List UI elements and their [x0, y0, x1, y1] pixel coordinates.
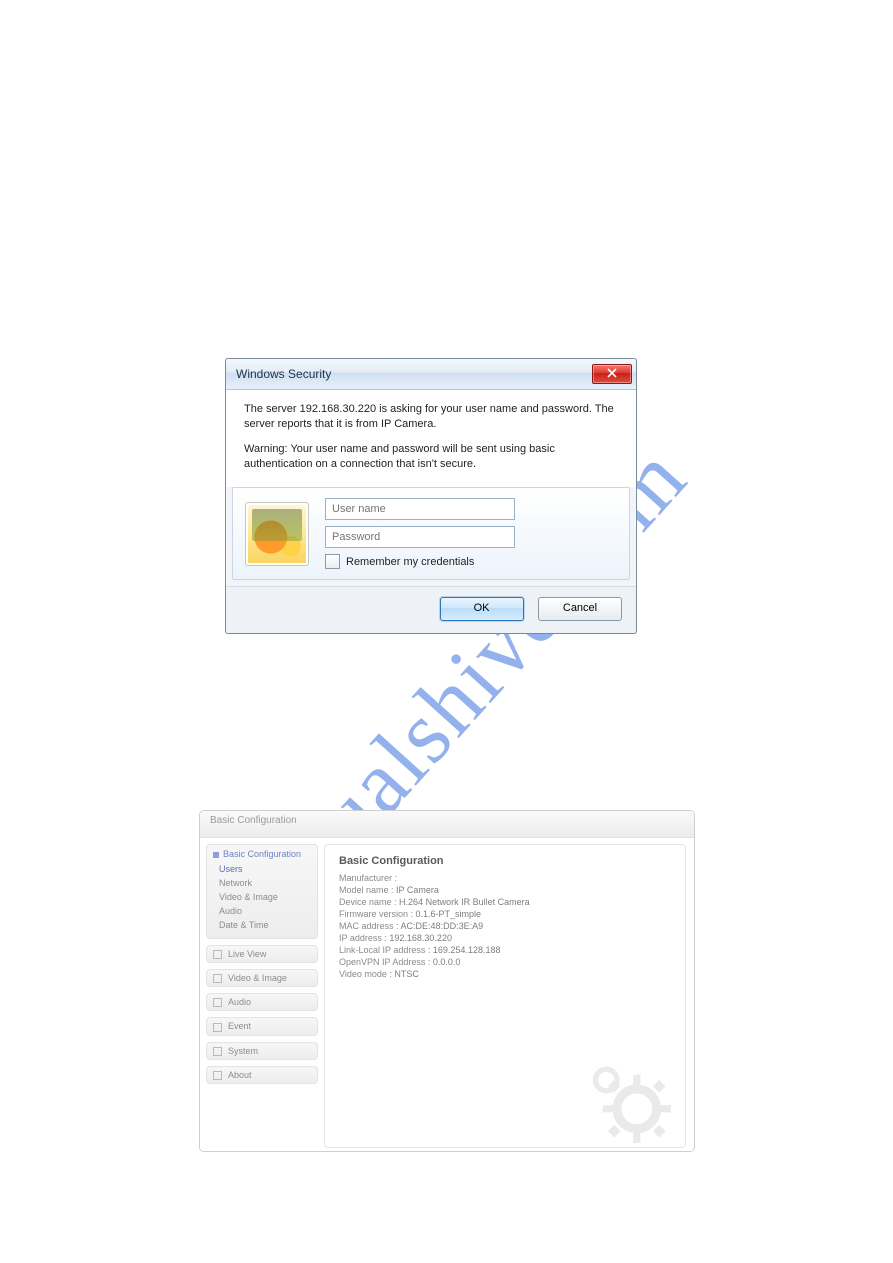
credential-box: Remember my credentials: [232, 487, 630, 580]
password-input[interactable]: [325, 526, 515, 548]
config-info-row: Link-Local IP address169.254.128.188: [339, 945, 671, 955]
remember-checkbox[interactable]: [325, 554, 340, 569]
dialog-message-2: Warning: Your user name and password wil…: [244, 442, 618, 472]
config-info-value: 192.168.30.220: [389, 933, 452, 943]
config-info-label: Video mode: [339, 969, 394, 979]
sidebar-item-label: Video & Image: [226, 971, 287, 985]
config-info-label: Device name: [339, 897, 399, 907]
config-heading: Basic Configuration: [339, 855, 671, 867]
config-sidebar: Basic Configuration Users Network Video …: [200, 838, 324, 1152]
config-info-label: Firmware version: [339, 909, 416, 919]
remember-row[interactable]: Remember my credentials: [325, 554, 617, 569]
username-input[interactable]: [325, 498, 515, 520]
dialog-titlebar[interactable]: Windows Security: [226, 359, 636, 390]
sidebar-item-audio-2[interactable]: Audio: [206, 993, 318, 1011]
msg1-server-name: IP Camera: [381, 418, 433, 430]
config-info-row: Model nameIP Camera: [339, 885, 671, 895]
sidebar-item-label: System: [226, 1044, 258, 1058]
config-info-row: Device nameH.264 Network IR Bullet Camer…: [339, 897, 671, 907]
config-info-label: IP address: [339, 933, 389, 943]
credential-fields: Remember my credentials: [325, 498, 617, 569]
config-info-value: 169.254.128.188: [433, 945, 501, 955]
windows-security-dialog: Windows Security The server 192.168.30.2…: [225, 358, 637, 634]
sidebar-item-system[interactable]: System: [206, 1042, 318, 1060]
config-info-value: AC:DE:48:DD:3E:A9: [401, 921, 484, 931]
config-info-row: MAC addressAC:DE:48:DD:3E:A9: [339, 921, 671, 931]
sidebar-group-basic[interactable]: Basic Configuration Users Network Video …: [206, 844, 318, 939]
sidebar-item-live-view[interactable]: Live View: [206, 945, 318, 963]
config-info-row: Manufacturer: [339, 873, 671, 883]
config-info-label: Manufacturer: [339, 873, 397, 883]
config-info-list: Manufacturer Model nameIP Camera Device na…: [339, 873, 671, 979]
config-info-row: OpenVPN IP Address0.0.0.0: [339, 957, 671, 967]
dialog-footer: OK Cancel: [226, 586, 636, 633]
sidebar-item-about[interactable]: About: [206, 1066, 318, 1084]
config-info-value: IP Camera: [396, 885, 439, 895]
dialog-title: Windows Security: [236, 367, 592, 381]
config-info-label: MAC address: [339, 921, 401, 931]
ok-button[interactable]: OK: [440, 597, 524, 621]
config-info-row: IP address192.168.30.220: [339, 933, 671, 943]
config-info-value: 0.1.6-PT_simple: [416, 909, 482, 919]
sidebar-item-event[interactable]: Event: [206, 1017, 318, 1035]
sidebar-item-audio[interactable]: Audio: [213, 904, 311, 918]
sidebar-item-label: About: [226, 1068, 252, 1082]
msg1-part-c: .: [433, 418, 436, 430]
config-info-row: Video modeNTSC: [339, 969, 671, 979]
cancel-button[interactable]: Cancel: [538, 597, 622, 621]
sidebar-item-date-time[interactable]: Date & Time: [213, 918, 311, 932]
sidebar-item-label: Audio: [226, 995, 251, 1009]
close-icon: [607, 368, 617, 381]
config-info-label: Model name: [339, 885, 396, 895]
dialog-body: The server 192.168.30.220 is asking for …: [226, 390, 636, 487]
config-info-row: Firmware version0.1.6-PT_simple: [339, 909, 671, 919]
dialog-message-1: The server 192.168.30.220 is asking for …: [244, 402, 618, 432]
sidebar-item-label: Event: [226, 1019, 251, 1033]
sidebar-item-video-image[interactable]: Video & Image: [213, 890, 311, 904]
config-info-value: H.264 Network IR Bullet Camera: [399, 897, 530, 907]
sidebar-group-title: Basic Configuration: [213, 849, 311, 859]
sidebar-item-network[interactable]: Network: [213, 876, 311, 890]
config-info-value: NTSC: [394, 969, 419, 979]
close-button[interactable]: [592, 364, 632, 384]
user-avatar-icon: [245, 502, 309, 566]
config-info-label: Link-Local IP address: [339, 945, 433, 955]
sidebar-item-video-image-2[interactable]: Video & Image: [206, 969, 318, 987]
remember-label: Remember my credentials: [346, 556, 474, 568]
config-body: Basic Configuration Users Network Video …: [200, 838, 694, 1152]
config-panel: Basic Configuration Basic Configuration …: [199, 810, 695, 1152]
gear-icon: [571, 1053, 681, 1143]
config-main: Basic Configuration Manufacturer Model na…: [324, 844, 686, 1148]
breadcrumb: Basic Configuration: [200, 811, 694, 838]
config-info-value: 0.0.0.0: [433, 957, 461, 967]
config-info-label: OpenVPN IP Address: [339, 957, 433, 967]
sidebar-item-label: Live View: [226, 947, 266, 961]
sidebar-item-users[interactable]: Users: [213, 862, 311, 876]
